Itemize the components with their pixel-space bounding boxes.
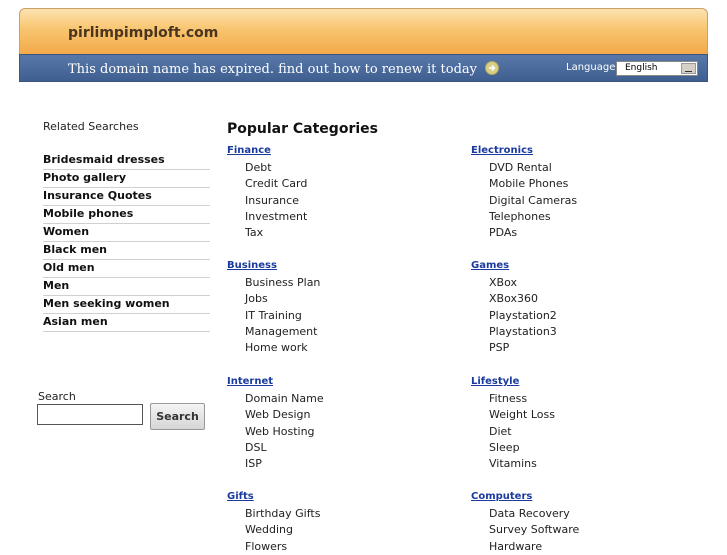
category-title[interactable]: Lifestyle [471,375,555,389]
category-items: Debt Credit Card Insurance Investment Ta… [245,160,307,241]
category-items: Domain Name Web Design Web Hosting DSL I… [245,391,324,472]
category-link[interactable]: DVD Rental [489,160,577,176]
category-items: XBox XBox360 Playstation2 Playstation3 P… [489,275,557,356]
chevron-down-icon[interactable] [681,63,696,74]
category-link[interactable]: Hardware [489,539,579,555]
arrow-right-circle-icon[interactable] [485,61,500,75]
category-link[interactable]: Management [245,324,320,340]
category-link[interactable]: Birthday Gifts [245,506,320,522]
category-link[interactable]: Weight Loss [489,407,555,423]
category-link[interactable]: Vitamins [489,456,555,472]
related-link[interactable]: Black men [43,243,210,260]
category-title[interactable]: Games [471,259,557,273]
language-select[interactable]: English [616,61,698,76]
category-games: Games XBox XBox360 Playstation2 Playstat… [471,259,557,356]
category-link[interactable]: Playstation3 [489,324,557,340]
category-link[interactable]: Jobs [245,291,320,307]
category-items: Data Recovery Survey Software Hardware [489,506,579,555]
category-title[interactable]: Internet [227,375,324,389]
related-searches-list: Bridesmaid dresses Photo gallery Insuran… [43,153,210,333]
category-link[interactable]: XBox [489,275,557,291]
category-link[interactable]: Sleep [489,440,555,456]
related-link[interactable]: Mobile phones [43,207,210,224]
header-banner: pirlimpimploft.com [19,8,708,54]
category-items: Business Plan Jobs IT Training Managemen… [245,275,320,356]
category-link[interactable]: Insurance [245,193,307,209]
category-link[interactable]: Tax [245,225,307,241]
category-computers: Computers Data Recovery Survey Software … [471,490,579,555]
category-link[interactable]: Data Recovery [489,506,579,522]
category-link[interactable]: Diet [489,424,555,440]
related-link[interactable]: Insurance Quotes [43,189,210,206]
category-link[interactable]: Playstation2 [489,308,557,324]
category-title[interactable]: Finance [227,144,307,158]
category-link[interactable]: ISP [245,456,324,472]
category-items: Birthday Gifts Wedding Flowers [245,506,320,555]
category-finance: Finance Debt Credit Card Insurance Inves… [227,144,307,241]
category-link[interactable]: Debt [245,160,307,176]
search-button[interactable]: Search [150,403,205,430]
category-link[interactable]: Telephones [489,209,577,225]
expired-message[interactable]: This domain name has expired. find out h… [68,61,500,77]
category-link[interactable]: Fitness [489,391,555,407]
category-items: Fitness Weight Loss Diet Sleep Vitamins [489,391,555,472]
category-internet: Internet Domain Name Web Design Web Host… [227,375,324,472]
site-title: pirlimpimploft.com [68,25,219,41]
category-link[interactable]: PSP [489,340,557,356]
category-title[interactable]: Computers [471,490,579,504]
category-link[interactable]: Mobile Phones [489,176,577,192]
related-link[interactable]: Old men [43,261,210,278]
category-link[interactable]: Credit Card [245,176,307,192]
expired-notice-bar: This domain name has expired. find out h… [19,54,708,82]
category-link[interactable]: Flowers [245,539,320,555]
category-link[interactable]: Wedding [245,522,320,538]
expired-message-text[interactable]: This domain name has expired. find out h… [68,62,477,77]
category-title[interactable]: Electronics [471,144,577,158]
search-label: Search [38,390,76,403]
category-link[interactable]: XBox360 [489,291,557,307]
related-link[interactable]: Men seeking women [43,297,210,314]
category-link[interactable]: Investment [245,209,307,225]
related-link[interactable]: Women [43,225,210,242]
category-link[interactable]: Business Plan [245,275,320,291]
category-link[interactable]: Web Design [245,407,324,423]
related-searches-heading: Related Searches [43,120,139,133]
related-link[interactable]: Bridesmaid dresses [43,153,210,170]
category-gifts: Gifts Birthday Gifts Wedding Flowers [227,490,320,555]
category-title[interactable]: Gifts [227,490,320,504]
category-link[interactable]: DSL [245,440,324,456]
category-items: DVD Rental Mobile Phones Digital Cameras… [489,160,577,241]
category-title[interactable]: Business [227,259,320,273]
category-lifestyle: Lifestyle Fitness Weight Loss Diet Sleep… [471,375,555,472]
related-link[interactable]: Men [43,279,210,296]
category-link[interactable]: Home work [245,340,320,356]
category-link[interactable]: Web Hosting [245,424,324,440]
related-link[interactable]: Asian men [43,315,210,332]
category-link[interactable]: PDAs [489,225,577,241]
category-link[interactable]: Survey Software [489,522,579,538]
popular-categories-heading: Popular Categories [227,121,378,137]
category-link[interactable]: IT Training [245,308,320,324]
category-link[interactable]: Domain Name [245,391,324,407]
search-input[interactable] [37,404,143,425]
language-label: Language: [566,62,619,73]
category-electronics: Electronics DVD Rental Mobile Phones Dig… [471,144,577,241]
category-link[interactable]: Digital Cameras [489,193,577,209]
category-business: Business Business Plan Jobs IT Training … [227,259,320,356]
related-link[interactable]: Photo gallery [43,171,210,188]
language-value: English [625,63,658,73]
